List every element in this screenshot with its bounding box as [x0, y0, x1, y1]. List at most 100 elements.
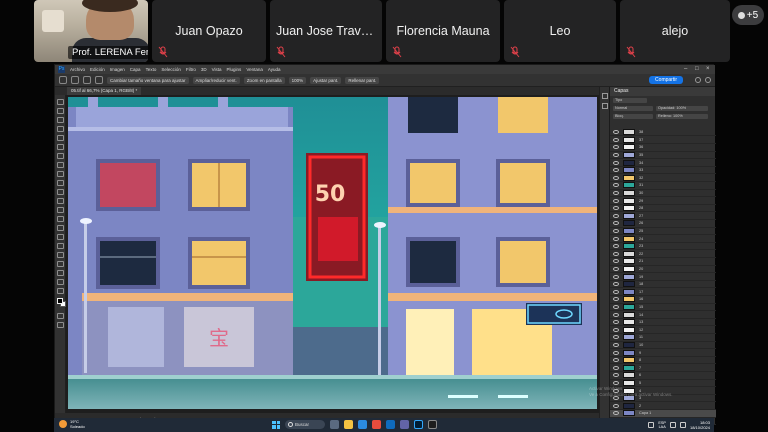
zoom-tool-icon[interactable] — [71, 76, 79, 84]
visibility-eye-icon[interactable] — [613, 206, 619, 211]
visibility-eye-icon[interactable] — [613, 312, 619, 317]
menu-3d[interactable]: 3D — [201, 67, 207, 72]
menu-seleccion[interactable]: Selección — [161, 67, 181, 72]
visibility-eye-icon[interactable] — [613, 259, 619, 264]
visibility-eye-icon[interactable] — [613, 411, 619, 416]
visibility-eye-icon[interactable] — [613, 221, 619, 226]
home-icon[interactable] — [59, 76, 67, 84]
visibility-eye-icon[interactable] — [613, 236, 619, 241]
minimize-icon[interactable]: – — [684, 66, 690, 72]
visibility-eye-icon[interactable] — [613, 304, 619, 309]
move-tool-icon[interactable] — [57, 99, 64, 105]
task-view-icon[interactable] — [330, 420, 339, 429]
marquee-tool-icon[interactable] — [57, 108, 64, 114]
scrubby-zoom-checkbox[interactable]: Zoom en pantalla — [243, 76, 285, 84]
magic-wand-tool-icon[interactable] — [57, 126, 64, 132]
stamp-tool-icon[interactable] — [57, 180, 64, 186]
participant-tile[interactable]: Leo — [504, 0, 616, 62]
layer-row[interactable]: 36 — [610, 144, 716, 152]
edge-browser-icon[interactable] — [358, 420, 367, 429]
language-indicator[interactable]: ESP LAA — [658, 421, 666, 430]
properties-panel-icon[interactable] — [602, 103, 608, 109]
layer-row[interactable]: 23 — [610, 243, 716, 251]
zoom-in-icon[interactable] — [83, 76, 91, 84]
visibility-eye-icon[interactable] — [613, 137, 619, 142]
visibility-eye-icon[interactable] — [613, 266, 619, 271]
wifi-icon[interactable] — [669, 422, 676, 428]
menu-archivo[interactable]: Archivo — [70, 67, 85, 72]
fill-field[interactable]: Relleno: 100% — [656, 113, 708, 119]
windows-start-icon[interactable] — [272, 420, 280, 429]
layer-row[interactable]: 27 — [610, 212, 716, 220]
visibility-eye-icon[interactable] — [613, 358, 619, 363]
zoom-all-windows-checkbox[interactable]: Ampliar/reducir vent. — [192, 76, 240, 84]
layer-row[interactable]: 24 — [610, 235, 716, 243]
blend-mode-select[interactable]: Normal — [613, 105, 653, 111]
history-panel-icon[interactable] — [602, 93, 608, 99]
participant-tile[interactable]: Juan Opazo — [152, 0, 266, 62]
fill-screen-button[interactable]: Rellenar pant. — [345, 76, 380, 84]
layer-row[interactable]: 20 — [610, 265, 716, 274]
menu-vista[interactable]: Vista — [212, 67, 222, 72]
layer-row[interactable]: 13 — [610, 319, 716, 327]
menu-ventana[interactable]: Ventana — [246, 67, 263, 72]
eyedropper-tool-icon[interactable] — [57, 153, 64, 159]
layer-row[interactable]: 14 — [610, 311, 716, 319]
layer-row[interactable]: 34 — [610, 159, 716, 167]
search-icon[interactable] — [695, 77, 701, 83]
hand-tool-icon[interactable] — [57, 270, 64, 276]
tray-chevron-icon[interactable] — [648, 422, 655, 428]
layer-row[interactable]: 25 — [610, 227, 716, 236]
visibility-eye-icon[interactable] — [613, 365, 619, 370]
file-explorer-icon[interactable] — [344, 420, 353, 429]
visibility-eye-icon[interactable] — [613, 350, 619, 355]
resize-window-checkbox[interactable]: Cambiar tamaño ventana para ajustar — [107, 76, 189, 84]
menu-plugins[interactable]: Plugins — [227, 67, 242, 72]
crop-tool-icon[interactable] — [57, 135, 64, 141]
visibility-eye-icon[interactable] — [613, 228, 619, 233]
layer-row[interactable]: 15 — [610, 303, 716, 312]
zoom-tool-icon[interactable] — [57, 279, 64, 285]
layer-row[interactable]: 17 — [610, 288, 716, 296]
participant-tile[interactable]: alejo — [620, 0, 730, 62]
meet-app-icon[interactable] — [400, 420, 409, 429]
visibility-eye-icon[interactable] — [613, 289, 619, 294]
layer-row[interactable]: 38 — [610, 129, 716, 137]
layer-row[interactable]: 6 — [610, 372, 716, 380]
gradient-tool-icon[interactable] — [57, 207, 64, 213]
visibility-eye-icon[interactable] — [613, 168, 619, 173]
store-icon[interactable] — [386, 420, 395, 429]
opacity-field[interactable]: Opacidad: 100% — [656, 105, 708, 111]
type-tool-icon[interactable] — [57, 243, 64, 249]
visibility-eye-icon[interactable] — [613, 244, 619, 249]
frame-tool-icon[interactable] — [57, 144, 64, 150]
visibility-eye-icon[interactable] — [613, 320, 619, 325]
visibility-eye-icon[interactable] — [613, 342, 619, 347]
layers-panel-title[interactable]: Capas — [610, 87, 715, 96]
taskbar-search[interactable]: Buscar — [285, 420, 325, 429]
photoshop-app-icon[interactable] — [414, 420, 423, 429]
visibility-eye-icon[interactable] — [613, 335, 619, 340]
layer-row[interactable]: 7 — [610, 364, 716, 372]
menu-capa[interactable]: Capa — [130, 67, 141, 72]
more-participants-button[interactable]: +5 — [732, 5, 764, 25]
shape-tool-icon[interactable] — [57, 261, 64, 267]
brush-tool-icon[interactable] — [57, 171, 64, 177]
menu-edicion[interactable]: Edición — [90, 67, 105, 72]
chrome-browser-icon[interactable] — [372, 420, 381, 429]
clock[interactable]: 18:03 18/10/2024 — [690, 420, 710, 430]
lasso-tool-icon[interactable] — [57, 117, 64, 123]
visibility-eye-icon[interactable] — [613, 145, 619, 150]
layer-row[interactable]: 37 — [610, 136, 716, 144]
participant-tile-video[interactable]: Prof. LERENA Fern... — [34, 0, 148, 62]
layer-row[interactable]: 9 — [610, 349, 716, 357]
eraser-tool-icon[interactable] — [57, 198, 64, 204]
visibility-eye-icon[interactable] — [613, 183, 619, 188]
visibility-eye-icon[interactable] — [613, 130, 619, 135]
layer-row[interactable]: 28 — [610, 205, 716, 213]
zoom-out-icon[interactable] — [95, 76, 103, 84]
layer-row[interactable]: 35 — [610, 151, 716, 160]
visibility-eye-icon[interactable] — [613, 373, 619, 378]
zoom-100-button[interactable]: 100% — [288, 76, 307, 84]
menu-ayuda[interactable]: Ayuda — [268, 67, 281, 72]
